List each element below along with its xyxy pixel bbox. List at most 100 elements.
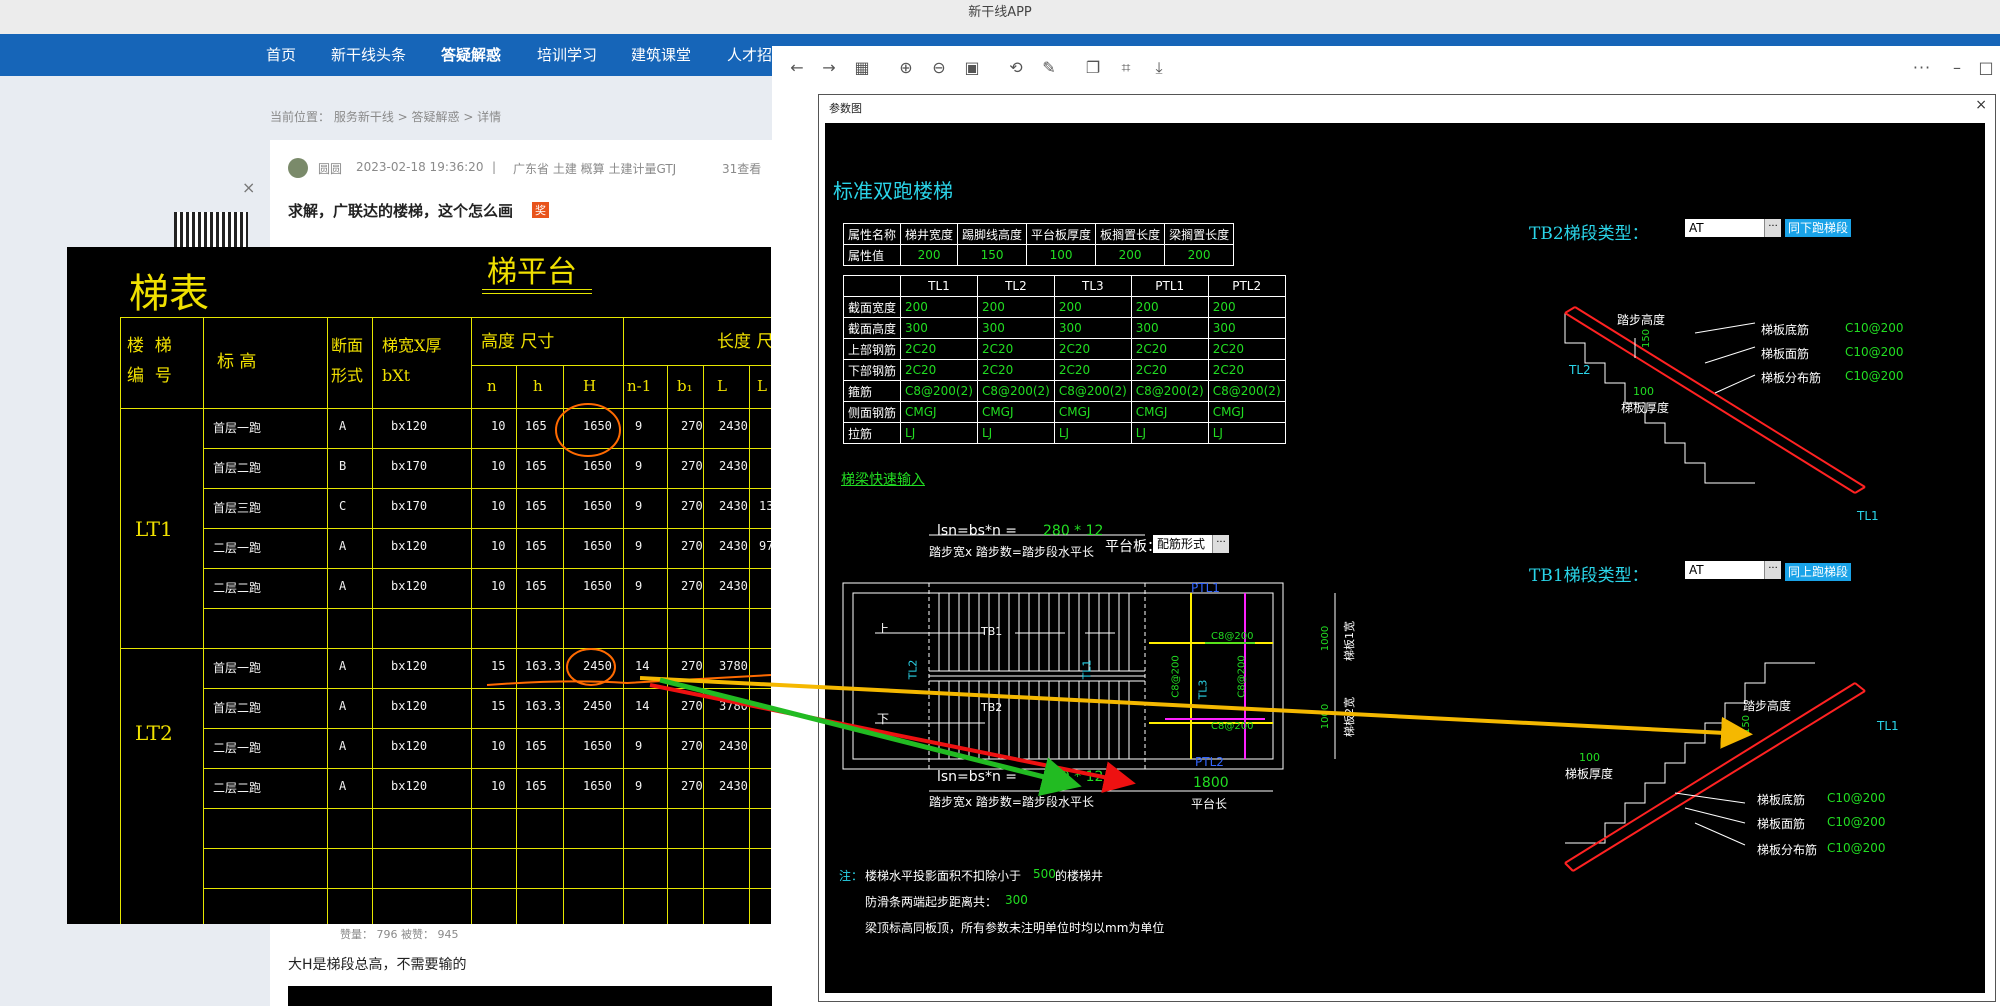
back-icon[interactable]: ← <box>787 58 807 78</box>
tb2-dist-rebar-label: 梯板分布筋 <box>1761 371 1822 385</box>
nav-classroom[interactable]: 建筑课堂 <box>631 44 691 65</box>
tb2-top-rebar-value[interactable]: C10@200 <box>1845 345 1904 359</box>
post-tags: 广东省 土建 概算 土建计量GTJ <box>513 162 677 176</box>
tb2-label: TB2 <box>981 701 1003 714</box>
note-2-text: 防滑条两端起步距离共： <box>865 895 998 909</box>
dialog-close-icon[interactable]: × <box>1975 97 1987 113</box>
tb2-step-height-label: 踏步高度 <box>1617 313 1666 327</box>
nav-qa[interactable]: 答疑解惑 <box>441 44 501 65</box>
grid-icon[interactable]: ▦ <box>852 58 872 78</box>
tb2-section-drawing <box>1564 306 1866 494</box>
tb2-dist-rebar-value[interactable]: C10@200 <box>1845 369 1904 383</box>
lsn-top-prefix: lsn=bs*n = <box>937 523 1018 539</box>
tb1-top-rebar-value[interactable]: C10@200 <box>1827 815 1886 829</box>
tb2-tl2: TL2 <box>1569 363 1591 377</box>
edit-icon[interactable]: ✎ <box>1039 58 1059 78</box>
tb2-step-height-value[interactable]: 150 <box>1641 329 1652 348</box>
app-title: 新干线APP <box>968 5 1032 20</box>
post-separator: | <box>492 160 497 174</box>
down-label: 下 <box>877 712 890 726</box>
cad-stair-table: 梯表 梯平台 楼 梯 编 号 标 高 断面 形式 梯宽X厚 bXt 高度 尺寸 … <box>67 247 771 924</box>
circle-2450 <box>566 648 616 686</box>
platform-select[interactable]: 配筋形式 ··· <box>1153 535 1229 553</box>
nav-news[interactable]: 新干线头条 <box>331 44 406 65</box>
tb2-more-icon[interactable]: ··· <box>1764 219 1781 237</box>
note-1-text: 楼梯水平投影面积不扣除小于 <box>865 869 1022 883</box>
tb1-type-select[interactable]: AT ··· <box>1685 561 1781 579</box>
tb1-thickness-label: 梯板厚度 <box>1565 767 1614 781</box>
platform-value: 配筋形式 <box>1157 537 1206 551</box>
copy-icon[interactable]: ❐ <box>1083 58 1103 78</box>
app-title-bar: 新干线APP <box>0 0 2000 34</box>
tb1-dist-rebar-value[interactable]: C10@200 <box>1827 841 1886 855</box>
breadcrumb[interactable]: 当前位置： 服务新干线 > 答疑解惑 > 详情 <box>270 108 501 125</box>
tb2-tl1: TL1 <box>1857 509 1879 523</box>
up-label: 上 <box>877 622 890 636</box>
tb1-step-height-label: 踏步高度 <box>1743 699 1792 713</box>
step-formula-top: 踏步宽x 踏步数=踏步段水平长 <box>929 545 1094 559</box>
save-icon[interactable]: ⤓ <box>1149 58 1169 78</box>
qr-close-icon[interactable]: × <box>242 178 255 197</box>
plan-tl3: TL3 <box>1196 679 1210 700</box>
dim-1800[interactable]: 1800 <box>1193 775 1229 791</box>
lsn-bottom-value[interactable]: 280 * 12 <box>1043 769 1103 785</box>
underline-lt2 <box>486 674 771 686</box>
rotate-icon[interactable]: ⟲ <box>1006 58 1026 78</box>
image-viewer: ← → ▦ ⊕ ⊖ ▣ ⟲ ✎ ❐ ⌗ ⤓ ··· – □ 参数图 × 标准双跑… <box>772 46 2000 1006</box>
platform-more-icon[interactable]: ··· <box>1212 535 1229 553</box>
plan-tl2: TL2 <box>906 659 920 680</box>
dim-1000-b[interactable]: 1000 <box>1320 704 1331 729</box>
nav-home[interactable]: 首页 <box>266 44 296 65</box>
avatar[interactable] <box>288 158 308 178</box>
tb2-thickness-value[interactable]: 100 <box>1633 385 1654 398</box>
tb1-label: TB1 <box>981 625 1003 638</box>
viewer-toolbar: ← → ▦ ⊕ ⊖ ▣ ⟲ ✎ ❐ ⌗ ⤓ ··· – □ <box>772 46 2000 90</box>
plan-rebar-4[interactable]: C8@200 <box>1237 655 1248 697</box>
zoom-out-icon[interactable]: ⊖ <box>929 58 949 78</box>
tb1-thickness-value[interactable]: 100 <box>1579 751 1600 764</box>
tb1-tl1: TL1 <box>1877 719 1899 733</box>
plan-rebar-2[interactable]: C8@200 <box>1211 721 1253 732</box>
maximize-icon[interactable]: □ <box>1976 58 1996 78</box>
more-icon[interactable]: ··· <box>1912 58 1932 78</box>
plan-rebar-3[interactable]: C8@200 <box>1171 655 1182 697</box>
post-views: 31查看 <box>722 162 762 176</box>
plan-rebar-1[interactable]: C8@200 <box>1211 631 1253 642</box>
tb1-more-icon[interactable]: ··· <box>1764 561 1781 579</box>
lsn-bottom-prefix: lsn=bs*n = <box>937 769 1018 785</box>
tb1-bottom-rebar-value[interactable]: C10@200 <box>1827 791 1886 805</box>
note-3-text: 梁顶标高同板顶，所有参数未注明单位时均以mm为单位 <box>865 921 1165 935</box>
forward-icon[interactable]: → <box>819 58 839 78</box>
note-2-value[interactable]: 300 <box>1005 893 1028 907</box>
tb1-step-height-value[interactable]: 150 <box>1741 715 1752 734</box>
post-title: 求解，广联达的楼梯，这个怎么画 <box>288 202 514 220</box>
fit-icon[interactable]: ▣ <box>962 58 982 78</box>
tb1-dist-rebar-label: 梯板分布筋 <box>1757 843 1818 857</box>
plan-ptl2: PTL2 <box>1195 755 1224 769</box>
tb2-same-as-down-button[interactable]: 同下跑梯段 <box>1785 219 1852 237</box>
width-1-label: 梯板1宽 <box>1343 621 1356 661</box>
dim-1000-a[interactable]: 1000 <box>1320 626 1331 651</box>
tb2-type-value: AT <box>1689 221 1704 235</box>
minimize-icon[interactable]: – <box>1947 58 1967 78</box>
nav-jobs[interactable]: 人才招 <box>727 44 772 65</box>
crop-icon[interactable]: ⌗ <box>1116 58 1136 78</box>
tb2-bottom-rebar-label: 梯板底筋 <box>1761 323 1810 337</box>
tb2-thickness-label: 梯板厚度 <box>1621 401 1670 415</box>
post-user[interactable]: 圆圆 <box>318 160 342 177</box>
answer-image <box>288 986 788 1006</box>
zoom-in-icon[interactable]: ⊕ <box>896 58 916 78</box>
tb1-type-label: TB1梯段类型： <box>1529 566 1649 586</box>
tb2-bottom-rebar-value[interactable]: C10@200 <box>1845 321 1904 335</box>
tb1-same-as-up-button[interactable]: 同上跑梯段 <box>1785 563 1852 581</box>
tb2-type-select[interactable]: AT ··· <box>1685 219 1781 237</box>
plan-ptl1: PTL1 <box>1191 581 1220 595</box>
lsn-top-value[interactable]: 280 * 12 <box>1043 523 1103 539</box>
plan-tl1: TL1 <box>1080 659 1094 680</box>
cad-annotations <box>486 403 771 686</box>
note-1-value[interactable]: 500 <box>1033 867 1056 881</box>
user-stats: 赞量： 796 被赞： 945 <box>340 928 459 941</box>
circle-1650 <box>555 403 621 457</box>
tb1-type-value: AT <box>1689 563 1704 577</box>
nav-training[interactable]: 培训学习 <box>537 44 597 65</box>
